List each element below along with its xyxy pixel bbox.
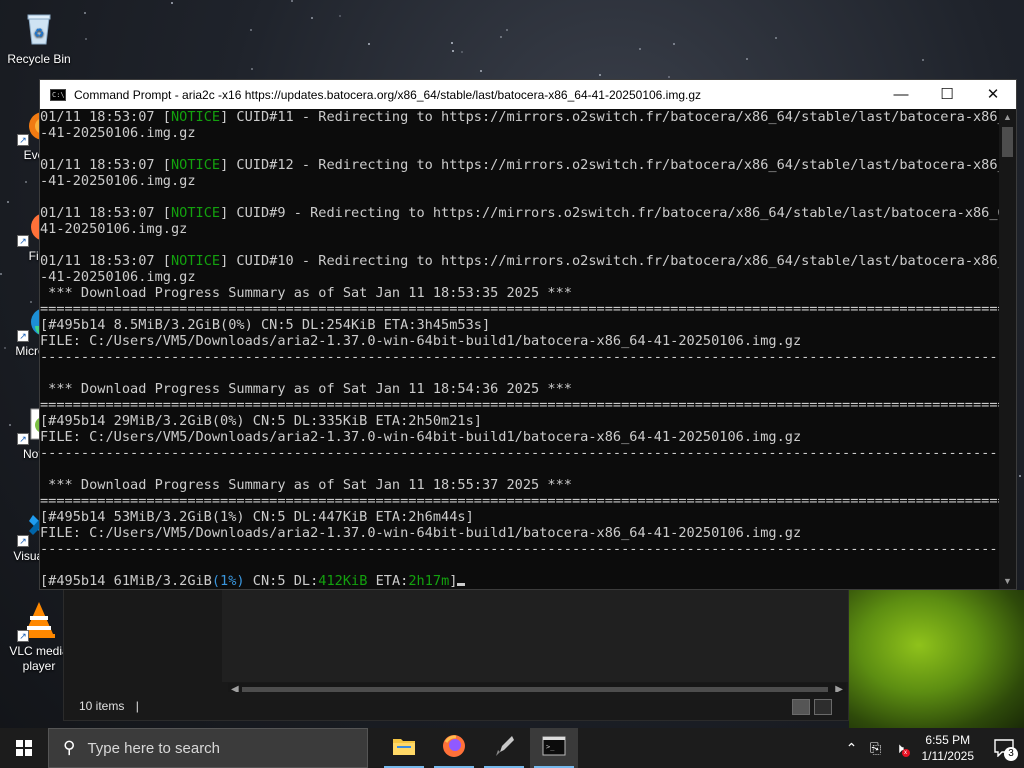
console-line: [#495b14 61MiB/3.2GiB(1%) CN:5 DL:412KiB… bbox=[40, 573, 999, 589]
console-line: 41-20250106.img.gz bbox=[40, 221, 188, 237]
search-icon: ⚲ bbox=[63, 738, 76, 757]
large-icons-view-button[interactable] bbox=[814, 699, 832, 715]
notification-badge: 3 bbox=[1004, 747, 1018, 761]
console-line: FILE: C:/Users/VM5/Downloads/aria2-1.37.… bbox=[40, 333, 802, 349]
vlc-icon: ↗ bbox=[17, 600, 59, 642]
status-caret: | bbox=[135, 699, 139, 713]
shortcut-arrow-icon: ↗ bbox=[17, 134, 29, 146]
explorer-content-pane[interactable] bbox=[222, 590, 848, 682]
console-line: -41-20250106.img.gz bbox=[40, 173, 196, 189]
taskbar-app-command-prompt[interactable]: >_ bbox=[530, 728, 578, 768]
desktop-icon-label: Recycle Bin bbox=[7, 52, 71, 66]
console-line: ----------------------------------------… bbox=[40, 445, 999, 461]
console-line: 01/11 18:53:07 [NOTICE] CUID#9 - Redirec… bbox=[40, 205, 999, 221]
shortcut-arrow-icon: ↗ bbox=[17, 330, 29, 342]
desktop-icon-recycle-bin[interactable]: ♻ Recycle Bin bbox=[0, 8, 78, 67]
folder-icon bbox=[392, 736, 416, 761]
console-line: [#495b14 29MiB/3.2GiB(0%) CN:5 DL:335KiB… bbox=[40, 413, 482, 429]
console-line: ----------------------------------------… bbox=[40, 349, 999, 365]
console-line: ----------------------------------------… bbox=[40, 541, 999, 557]
console-line: 01/11 18:53:07 [NOTICE] CUID#11 - Redire… bbox=[40, 109, 999, 125]
notification-center-button[interactable]: 3 bbox=[984, 728, 1024, 768]
console-line: -41-20250106.img.gz bbox=[40, 269, 196, 285]
command-prompt-window[interactable]: C:\ Command Prompt - aria2c -x16 https:/… bbox=[39, 79, 1017, 590]
cmd-vertical-scrollbar[interactable]: ▲ ▼ bbox=[999, 109, 1016, 589]
chevron-up-icon[interactable]: ⌃ bbox=[840, 740, 864, 757]
wallpaper-tent bbox=[849, 590, 1024, 728]
clock-time: 6:55 PM bbox=[925, 733, 971, 747]
explorer-status-bar: 10 items | bbox=[64, 692, 848, 720]
taskbar: ⚲ Type here to search >_ ⌃ ⎘ 🕨 x 6:55 PM … bbox=[0, 728, 1024, 768]
volume-muted-icon[interactable]: 🕨 x bbox=[888, 740, 912, 757]
console-line: *** Download Progress Summary as of Sat … bbox=[40, 477, 572, 493]
scrollbar-thumb[interactable] bbox=[1002, 127, 1013, 157]
cmd-icon: >_ bbox=[542, 736, 566, 761]
details-view-button[interactable] bbox=[792, 699, 810, 715]
close-button[interactable]: ✕ bbox=[970, 80, 1016, 109]
console-line: 01/11 18:53:07 [NOTICE] CUID#12 - Redire… bbox=[40, 157, 999, 173]
recycle-bin-icon: ♻ bbox=[19, 8, 59, 48]
system-tray: ⌃ ⎘ 🕨 x 6:55 PM 1/11/2025 3 bbox=[840, 728, 1024, 768]
scroll-up-icon[interactable]: ▲ bbox=[999, 112, 1016, 122]
network-icon[interactable]: ⎘ bbox=[864, 740, 888, 757]
console-line: ========================================… bbox=[40, 397, 999, 413]
item-count: 10 items bbox=[79, 699, 125, 713]
scroll-down-icon[interactable]: ▼ bbox=[999, 576, 1016, 586]
start-button[interactable] bbox=[0, 728, 48, 768]
shortcut-arrow-icon: ↗ bbox=[17, 235, 29, 247]
console-line: ========================================… bbox=[40, 493, 999, 509]
console-line: [#495b14 8.5MiB/3.2GiB(0%) CN:5 DL:254Ki… bbox=[40, 317, 491, 333]
rocket-icon bbox=[492, 734, 516, 763]
shortcut-arrow-icon: ↗ bbox=[17, 630, 29, 642]
search-placeholder: Type here to search bbox=[87, 739, 221, 757]
clock-date: 1/11/2025 bbox=[921, 749, 975, 763]
console-line: ========================================… bbox=[40, 301, 999, 317]
console-line: -41-20250106.img.gz bbox=[40, 125, 196, 141]
file-explorer-window[interactable]: ◀ ▶ 10 items | bbox=[63, 589, 849, 721]
text-cursor bbox=[457, 583, 466, 586]
taskbar-app-file-explorer[interactable] bbox=[380, 728, 428, 768]
console-line: *** Download Progress Summary as of Sat … bbox=[40, 381, 572, 397]
shortcut-arrow-icon: ↗ bbox=[17, 535, 29, 547]
taskbar-app-firefox[interactable] bbox=[430, 728, 478, 768]
taskbar-apps: >_ bbox=[378, 728, 578, 768]
window-title: Command Prompt - aria2c -x16 https://upd… bbox=[74, 87, 702, 102]
clock[interactable]: 6:55 PM 1/11/2025 bbox=[922, 732, 975, 764]
taskbar-search-box[interactable]: ⚲ Type here to search bbox=[48, 728, 368, 768]
minimize-button[interactable]: — bbox=[878, 80, 924, 109]
console-line: *** Download Progress Summary as of Sat … bbox=[40, 285, 572, 301]
windows-logo-icon bbox=[16, 740, 32, 756]
svg-text:♻: ♻ bbox=[34, 26, 45, 40]
console-line: FILE: C:/Users/VM5/Downloads/aria2-1.37.… bbox=[40, 429, 802, 445]
maximize-button[interactable]: ☐ bbox=[924, 80, 970, 109]
console-output[interactable]: 01/11 18:53:07 [NOTICE] CUID#11 - Redire… bbox=[40, 109, 999, 589]
firefox-icon bbox=[442, 734, 466, 763]
cmd-titlebar[interactable]: C:\ Command Prompt - aria2c -x16 https:/… bbox=[40, 80, 1016, 109]
cmd-icon: C:\ bbox=[50, 88, 66, 101]
console-line: [#495b14 53MiB/3.2GiB(1%) CN:5 DL:447KiB… bbox=[40, 509, 474, 525]
console-line: FILE: C:/Users/VM5/Downloads/aria2-1.37.… bbox=[40, 525, 802, 541]
console-line: 01/11 18:53:07 [NOTICE] CUID#10 - Redire… bbox=[40, 253, 999, 269]
shortcut-arrow-icon: ↗ bbox=[17, 433, 29, 445]
svg-text:>_: >_ bbox=[546, 743, 555, 751]
taskbar-app-rocket-app[interactable] bbox=[480, 728, 528, 768]
